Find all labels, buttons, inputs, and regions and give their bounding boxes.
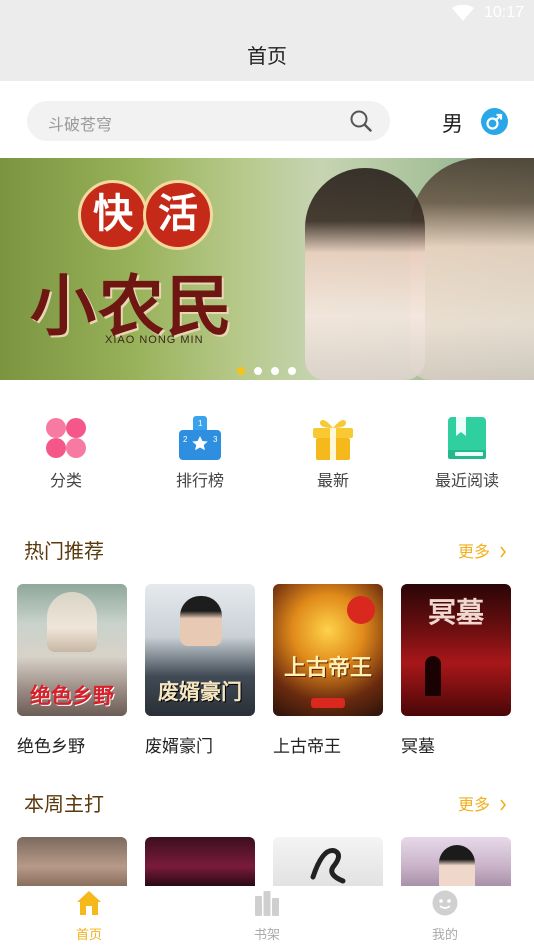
book-card[interactable]: 上古帝王 上古帝王: [273, 584, 383, 757]
gift-icon: [311, 416, 355, 460]
quick-nav-recent[interactable]: 最近阅读: [412, 416, 522, 491]
banner-figure-right: [410, 158, 534, 380]
status-bar: 10:17: [0, 0, 534, 28]
tab-bookshelf[interactable]: 书架: [227, 890, 307, 943]
book-card[interactable]: 废婿豪门 废婿豪门: [145, 584, 255, 757]
book-card[interactable]: 冥墓 冥墓: [401, 584, 511, 757]
book-cover[interactable]: [273, 837, 383, 886]
quick-nav-ranking[interactable]: 2 3 1 排行榜: [145, 416, 255, 491]
banner-pinyin: XIAO NONG MIN: [105, 334, 204, 346]
home-icon: [76, 890, 102, 916]
book-cover[interactable]: [17, 837, 127, 886]
book-cover[interactable]: 绝色乡野: [17, 584, 127, 716]
book-cover[interactable]: 上古帝王: [273, 584, 383, 716]
search-row: 斗破苍穹 男: [0, 81, 534, 158]
svg-text:3: 3: [213, 435, 218, 444]
svg-text:1: 1: [198, 419, 203, 428]
book-cover[interactable]: 冥墓: [401, 584, 511, 716]
more-label: 更多: [458, 542, 491, 561]
quick-nav-label: 分类: [49, 471, 82, 490]
book-title[interactable]: 绝色乡野: [17, 732, 127, 757]
more-link-weekly[interactable]: 更多: [458, 791, 507, 815]
bottom-tab-bar: 首页 书架 我的: [0, 886, 534, 949]
ranking-podium-icon: 2 3 1: [178, 416, 222, 460]
search-input[interactable]: 斗破苍穹: [27, 101, 390, 141]
more-label: 更多: [458, 795, 491, 814]
quick-nav-label: 最新: [316, 471, 349, 490]
book-card[interactable]: 绝色乡野 绝色乡野: [17, 584, 127, 757]
section-title-hot: 热门推荐: [24, 539, 104, 563]
book-card[interactable]: [145, 837, 255, 886]
banner-figure-left: [305, 168, 425, 380]
chevron-right-icon: [500, 546, 507, 558]
banner-dot[interactable]: [271, 367, 279, 375]
banner-dot[interactable]: [237, 367, 245, 375]
book-cover-title: 绝色乡野: [30, 683, 114, 708]
banner-dot[interactable]: [254, 367, 262, 375]
tab-label: 我的: [431, 928, 458, 943]
tab-label: 首页: [75, 928, 102, 943]
tab-label: 书架: [253, 928, 280, 943]
book-cover[interactable]: [401, 837, 511, 886]
tab-home[interactable]: 首页: [49, 890, 129, 943]
brush-stroke-art: [310, 848, 346, 884]
section-title-weekly: 本周主打: [24, 792, 104, 816]
search-icon[interactable]: [350, 110, 372, 132]
wifi-icon: [452, 5, 474, 21]
bookmark-book-icon: [445, 416, 489, 460]
svg-text:2: 2: [183, 435, 188, 444]
banner-title-char: 快: [78, 180, 148, 250]
book-title[interactable]: 冥墓: [401, 732, 511, 757]
book-cover[interactable]: [145, 837, 255, 886]
banner-pagination: [237, 360, 305, 379]
status-time: 10:17: [483, 4, 524, 21]
profile-icon: [432, 890, 458, 916]
quick-nav-label: 排行榜: [175, 471, 224, 490]
page-title: 首页: [0, 28, 534, 81]
book-card[interactable]: [401, 837, 511, 886]
more-link-hot[interactable]: 更多: [458, 538, 507, 562]
quick-nav: 分类 2 3 1 排行榜 最新 最近阅读: [0, 380, 534, 505]
book-title[interactable]: 上古帝王: [273, 732, 383, 757]
gender-label[interactable]: 男: [442, 108, 463, 138]
male-gender-icon[interactable]: [481, 108, 508, 135]
bookshelf-icon: [254, 890, 280, 916]
quick-nav-newest[interactable]: 最新: [278, 416, 388, 491]
book-cover-title: 废婿豪门: [158, 679, 242, 704]
book-cover-title: 冥墓: [427, 596, 484, 629]
tab-profile[interactable]: 我的: [405, 890, 485, 943]
chevron-right-icon: [500, 799, 507, 811]
quick-nav-category[interactable]: 分类: [11, 416, 121, 491]
banner-dot[interactable]: [288, 367, 296, 375]
book-cover-title: 上古帝王: [283, 655, 372, 681]
banner-title-char: 活: [143, 180, 213, 250]
book-card[interactable]: [273, 837, 383, 886]
category-grid-icon: [44, 416, 88, 460]
book-cover[interactable]: 废婿豪门: [145, 584, 255, 716]
search-placeholder: 斗破苍穹: [48, 115, 113, 134]
book-title[interactable]: 废婿豪门: [145, 732, 255, 757]
quick-nav-label: 最近阅读: [434, 471, 499, 490]
banner-carousel[interactable]: 快 活 小农民 XIAO NONG MIN: [0, 158, 534, 380]
book-card[interactable]: [17, 837, 127, 886]
